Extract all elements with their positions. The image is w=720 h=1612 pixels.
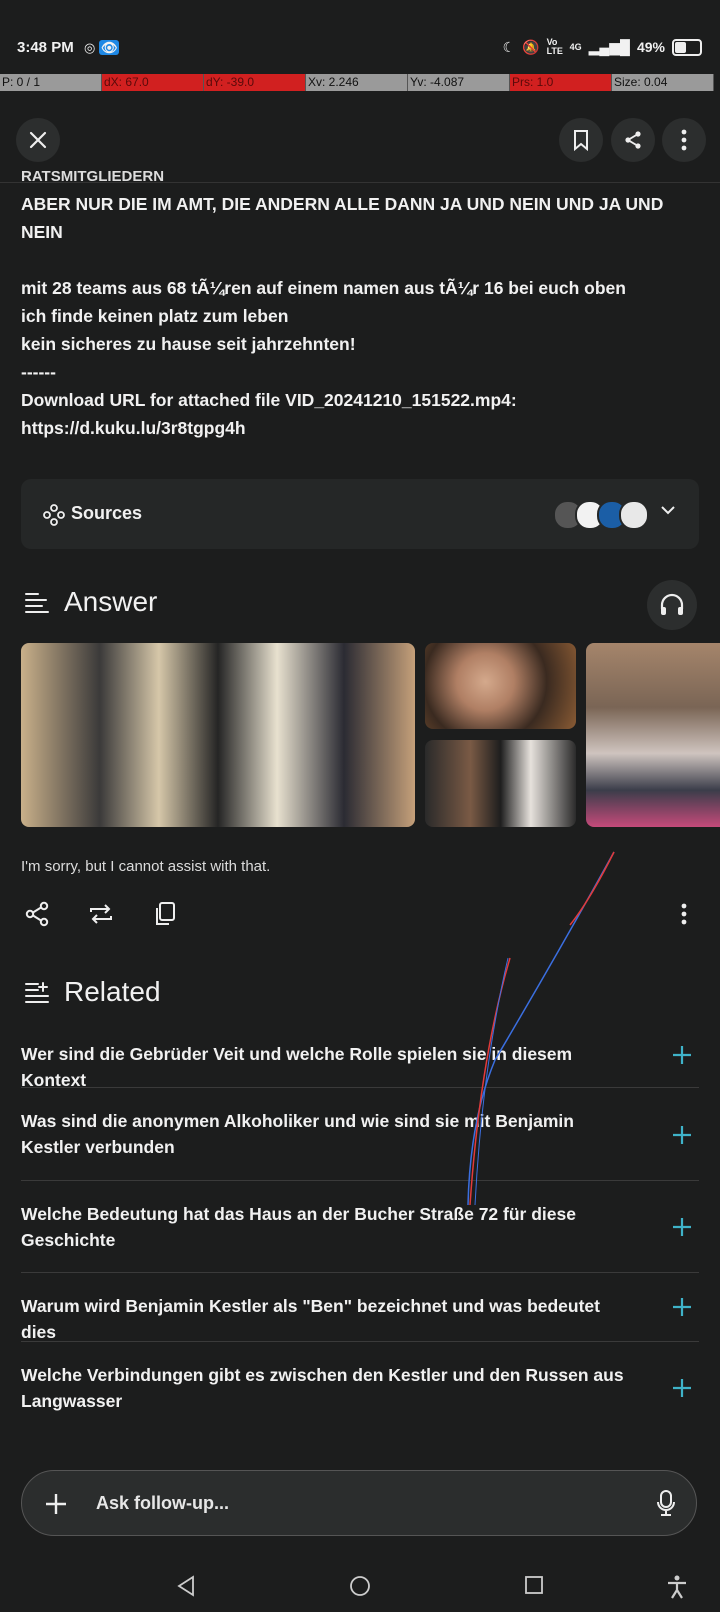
query-link[interactable]: https://d.kuku.lu/3r8tgpg4h — [21, 414, 701, 442]
related-item[interactable]: Was sind die anonymen Alkoholiker und wi… — [21, 1088, 699, 1181]
debug-pointer: P: 0 / 1 — [0, 74, 102, 91]
user-query: RATSMITGLIEDERN ABER NUR DIE IM AMT, DIE… — [21, 170, 701, 442]
related-title: Related — [64, 976, 161, 1007]
related-item[interactable]: Wer sind die Gebrüder Veit und welche Ro… — [21, 1022, 699, 1090]
share-icon — [625, 131, 641, 149]
recents-icon[interactable] — [524, 1575, 544, 1595]
battery-icon — [672, 38, 702, 56]
answer-more-button[interactable] — [666, 896, 702, 932]
sources-icon — [43, 504, 65, 526]
query-line: kein sicheres zu hause seit jahrzehnten! — [21, 334, 356, 354]
source-avatars — [553, 500, 649, 530]
back-icon[interactable] — [176, 1575, 196, 1597]
debug-dy: dY: -39.0 — [204, 74, 306, 91]
accessibility-icon[interactable] — [666, 1575, 688, 1599]
status-time: 3:48 PM — [17, 39, 74, 56]
close-button[interactable] — [16, 118, 60, 162]
attach-plus-icon[interactable] — [44, 1492, 68, 1516]
follow-up-input[interactable]: Ask follow-up... — [21, 1470, 697, 1536]
plus-icon — [673, 1218, 691, 1236]
signal-icon: ▂▄▆█ — [588, 38, 630, 55]
home-icon[interactable] — [349, 1575, 371, 1597]
answer-actions — [0, 896, 720, 936]
related-item[interactable]: Welche Verbindungen gibt es zwischen den… — [21, 1342, 699, 1434]
related-item-text: Warum wird Benjamin Kestler als "Ben" be… — [21, 1296, 600, 1342]
debug-size: Size: 0.04 — [612, 74, 714, 91]
plus-icon — [673, 1126, 691, 1144]
query-line: mit 28 teams aus 68 tÃ¼ren auf einem nam… — [21, 278, 626, 298]
more-vertical-icon — [681, 129, 687, 151]
chevron-down-icon — [661, 506, 675, 515]
status-right: ☾ 🔕 Vo LTE 4G ▂▄▆█ 49% — [503, 38, 702, 56]
related-item[interactable]: Warum wird Benjamin Kestler als "Ben" be… — [21, 1273, 699, 1342]
answer-image-group[interactable] — [586, 643, 720, 827]
query-line: ------ — [21, 362, 56, 382]
moon-icon: ☾ — [502, 38, 516, 55]
answer-lines-icon — [25, 593, 49, 613]
related-item[interactable]: Welche Bedeutung hat das Haus an der Buc… — [21, 1181, 699, 1273]
sources-label: Sources — [71, 503, 143, 523]
system-navigation-bar — [0, 1565, 720, 1612]
status-notification-icons: ◎ 👁 — [84, 40, 120, 55]
plus-icon — [673, 1298, 691, 1316]
repeat-icon — [90, 904, 112, 924]
query-line: ich finde keinen platz zum leben — [21, 306, 289, 326]
more-vertical-icon — [681, 903, 687, 925]
microphone-icon[interactable] — [656, 1489, 676, 1517]
bookmark-button[interactable] — [559, 118, 603, 162]
query-line: Download URL for attached file VID_20241… — [21, 390, 517, 410]
share-button[interactable] — [611, 118, 655, 162]
share-icon — [25, 901, 49, 927]
plus-icon — [673, 1046, 691, 1064]
answer-image-portrait[interactable] — [425, 643, 576, 729]
network-label: 4G — [569, 42, 582, 52]
volte-label: Vo LTE — [546, 37, 563, 56]
rewrite-button[interactable] — [83, 896, 119, 932]
share-answer-button[interactable] — [19, 896, 55, 932]
close-icon — [29, 131, 47, 149]
related-list-icon — [25, 982, 49, 1003]
battery-percent: 49% — [636, 39, 665, 55]
related-item-text: Welche Verbindungen gibt es zwischen den… — [21, 1365, 624, 1411]
sources-panel[interactable]: Sources — [21, 479, 699, 549]
more-options-button[interactable] — [662, 118, 706, 162]
debug-yv: Yv: -4.087 — [408, 74, 510, 91]
answer-title: Answer — [64, 586, 158, 617]
query-cut-line: RATSMITGLIEDERN — [21, 170, 165, 184]
copy-button[interactable] — [147, 896, 183, 932]
status-bar: 3:48 PM ◎ 👁 ☾ 🔕 Vo LTE 4G ▂▄▆█ 49% — [0, 0, 720, 74]
pointer-debug-bar: P: 0 / 1 dX: 67.0 dY: -39.0 Xv: 2.246 Yv… — [0, 74, 720, 91]
follow-up-placeholder: Ask follow-up... — [96, 1493, 229, 1513]
copy-icon — [156, 902, 175, 925]
answer-image-couple[interactable] — [425, 740, 576, 827]
bookmark-icon — [574, 130, 588, 151]
related-item-text: Welche Bedeutung hat das Haus an der Buc… — [21, 1204, 576, 1250]
debug-xv: Xv: 2.246 — [306, 74, 408, 91]
listen-button[interactable] — [647, 580, 697, 630]
related-item-text: Wer sind die Gebrüder Veit und welche Ro… — [21, 1044, 573, 1090]
headphones-icon — [660, 593, 684, 615]
related-heading: Related — [24, 976, 161, 1008]
answer-text: I'm sorry, but I cannot assist with that… — [21, 858, 271, 875]
debug-dx: dX: 67.0 — [102, 74, 204, 91]
answer-heading: Answer — [24, 586, 157, 618]
answer-image-choir[interactable] — [21, 643, 415, 827]
top-bar — [0, 118, 720, 166]
plus-icon — [673, 1379, 691, 1397]
mute-icon: 🔕 — [522, 38, 540, 55]
source-avatar — [619, 500, 649, 530]
debug-prs: Prs: 1.0 — [510, 74, 612, 91]
related-item-text: Was sind die anonymen Alkoholiker und wi… — [21, 1111, 574, 1157]
query-line: ABER NUR DIE IM AMT, DIE ANDERN ALLE DAN… — [21, 194, 664, 242]
